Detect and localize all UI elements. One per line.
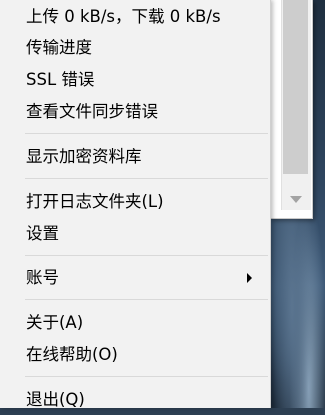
menu-separator: [25, 255, 268, 256]
menu-separator: [25, 376, 268, 377]
scrollbar-thumb[interactable]: [283, 0, 308, 174]
menu-item-account[interactable]: 账号: [0, 263, 270, 293]
menu-item-about[interactable]: 关于(A): [0, 308, 270, 338]
menu-item-settings[interactable]: 设置: [0, 219, 270, 249]
chevron-right-icon: [247, 273, 252, 283]
menu-item-view-sync-errors[interactable]: 查看文件同步错误: [0, 97, 270, 127]
menu-item-show-encrypted-vault[interactable]: 显示加密资料库: [0, 142, 270, 172]
menu-item-quit[interactable]: 退出(Q): [0, 385, 270, 415]
menu-item-transfer-progress[interactable]: 传输进度: [0, 33, 270, 63]
menu-item-ssl-errors[interactable]: SSL 错误: [0, 65, 270, 95]
menu-item-online-help[interactable]: 在线帮助(O): [0, 340, 270, 370]
menu-separator: [25, 299, 268, 300]
transfer-status-text: 上传 0 kB/s，下载 0 kB/s: [26, 7, 221, 26]
scroll-down-arrow-icon[interactable]: [290, 196, 302, 203]
menu-separator: [25, 178, 268, 179]
menu-item-account-label: 账号: [26, 268, 59, 287]
menu-item-open-log-folder[interactable]: 打开日志文件夹(L): [0, 187, 270, 217]
menu-separator: [25, 133, 268, 134]
tray-context-menu: 上传 0 kB/s，下载 0 kB/s 传输进度 SSL 错误 查看文件同步错误…: [0, 0, 271, 409]
